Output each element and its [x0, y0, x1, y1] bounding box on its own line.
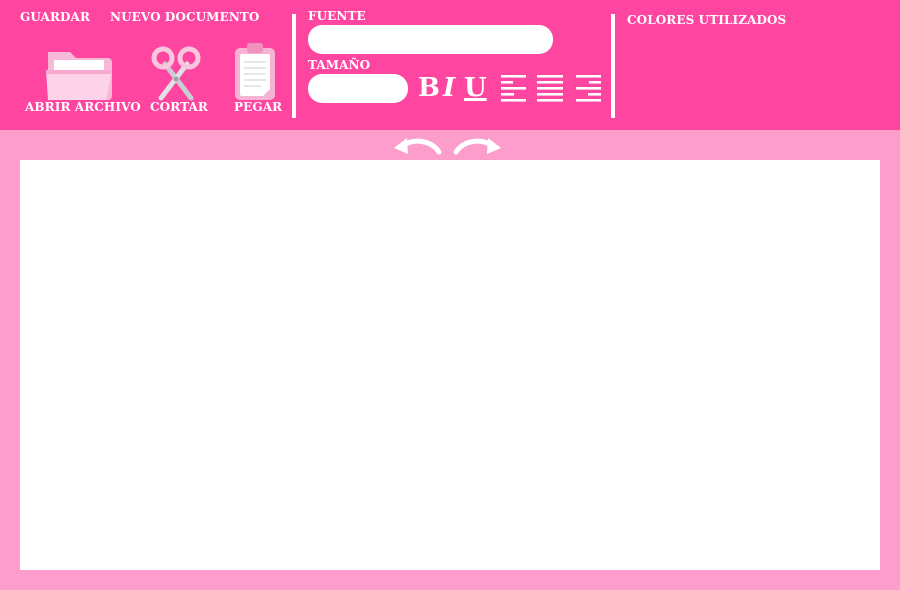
- font-label: FUENTE: [308, 9, 366, 23]
- open-file-label: ABRIR ARCHIVO: [25, 100, 141, 114]
- toolbar-divider: [611, 14, 615, 118]
- folder-icon: [46, 52, 112, 100]
- size-input[interactable]: [308, 74, 408, 103]
- italic-button[interactable]: I: [443, 74, 455, 102]
- colors-used-label: COLORES UTILIZADOS: [627, 13, 787, 27]
- align-right-icon[interactable]: [575, 74, 602, 102]
- font-input[interactable]: [308, 25, 553, 54]
- new-document-menu-item[interactable]: NUEVO DOCUMENTO: [110, 10, 259, 24]
- cut-button[interactable]: CORTAR: [145, 40, 209, 116]
- paste-label: PEGAR: [234, 100, 283, 114]
- toolbar-divider: [292, 14, 296, 118]
- toolbar: GUARDAR NUEVO DOCUMENTO ABRIR ARCHIVO CO…: [0, 0, 900, 130]
- align-left-icon[interactable]: [501, 74, 528, 102]
- underline-button[interactable]: U: [464, 74, 487, 102]
- open-file-button[interactable]: ABRIR ARCHIVO: [20, 40, 141, 116]
- save-menu-item[interactable]: GUARDAR: [20, 10, 90, 24]
- redo-icon[interactable]: [452, 134, 504, 156]
- cut-label: CORTAR: [150, 100, 208, 114]
- document-canvas[interactable]: [20, 160, 880, 570]
- colors-used-area: [627, 34, 887, 118]
- clipboard-icon: [235, 43, 275, 100]
- align-justify-icon[interactable]: [537, 74, 564, 102]
- size-label: TAMAÑO: [308, 58, 371, 72]
- bold-button[interactable]: B: [418, 74, 440, 102]
- undo-icon[interactable]: [391, 134, 443, 156]
- paste-button[interactable]: PEGAR: [228, 40, 284, 116]
- scissors-icon: [151, 46, 201, 101]
